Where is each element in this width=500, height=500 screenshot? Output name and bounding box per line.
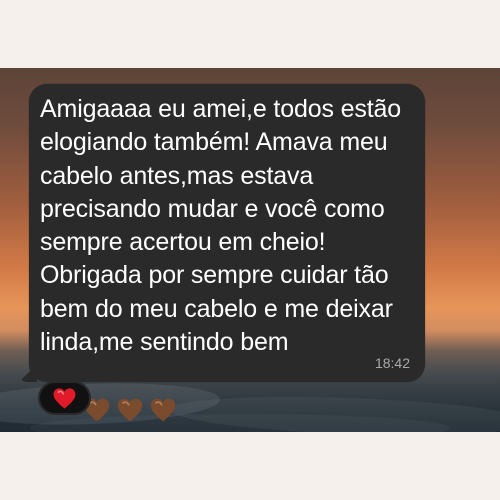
message-timestamp: 18:42 [374,355,410,371]
message-text: Amigaaaa eu amei,e todos estão elogiando… [40,93,426,459]
incoming-message-bubble[interactable]: Amigaaaa eu amei,e todos estão elogiando… [29,84,425,422]
message-body: Amigaaaa eu amei,e todos estão elogiando… [40,95,402,357]
red-heart-icon [53,387,76,409]
message-reaction[interactable] [38,381,91,415]
brown-heart-icon [150,398,176,422]
brown-heart-icon [117,398,143,422]
